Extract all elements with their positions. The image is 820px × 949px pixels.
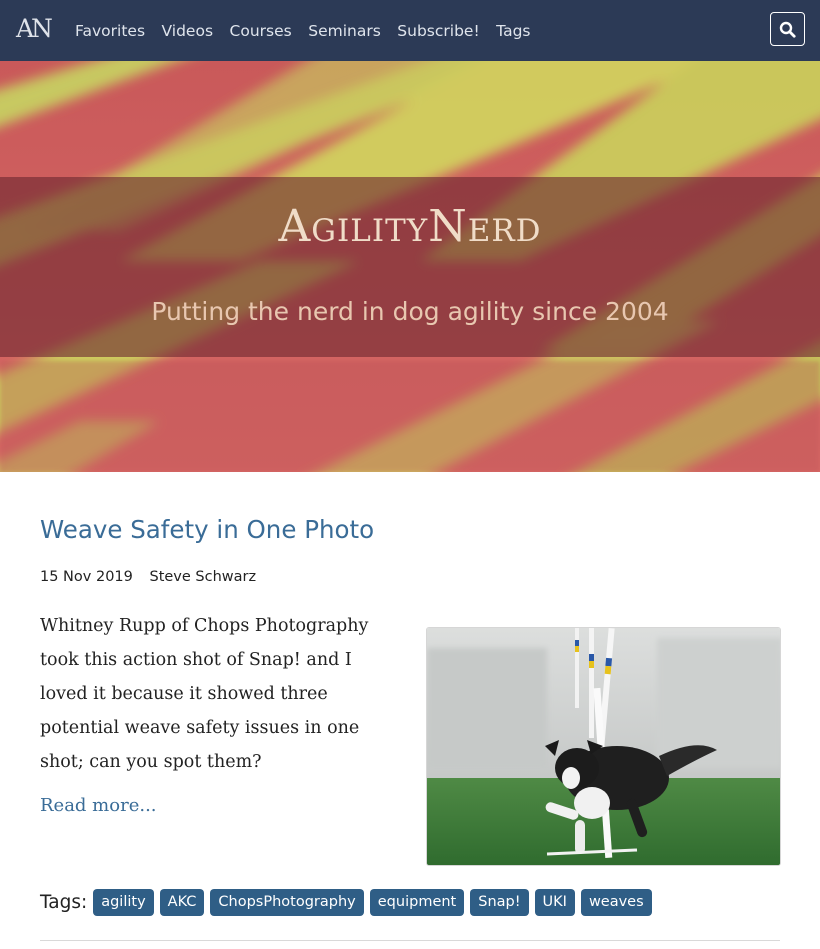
post-photo-dog-weaves[interactable] bbox=[426, 627, 781, 866]
dog-weave-photo bbox=[427, 628, 780, 865]
tag-equipment[interactable]: equipment bbox=[369, 888, 465, 916]
nav-links: Favorites Videos Courses Seminars Subscr… bbox=[75, 0, 547, 61]
nav-link-videos[interactable]: Videos bbox=[162, 22, 214, 40]
search-icon bbox=[779, 21, 796, 38]
post-excerpt: Whitney Rupp of Chops Photography took t… bbox=[40, 616, 369, 772]
post-title-link[interactable]: Weave Safety in One Photo bbox=[40, 515, 374, 544]
search-button[interactable] bbox=[770, 12, 805, 46]
site-tagline: Putting the nerd in dog agility since 20… bbox=[151, 297, 669, 326]
tags-label: Tags: bbox=[40, 891, 88, 913]
nav-link-favorites[interactable]: Favorites bbox=[75, 22, 145, 40]
site-title[interactable]: AgilityNerd bbox=[0, 201, 820, 252]
brand-logo[interactable]: AN bbox=[16, 14, 58, 44]
post-date: 15 Nov 2019 bbox=[40, 569, 133, 585]
tag-chopsphotography[interactable]: ChopsPhotography bbox=[210, 888, 364, 916]
post-author: Steve Schwarz bbox=[149, 569, 257, 585]
tag-agility[interactable]: agility bbox=[93, 888, 154, 916]
hero-banner: AgilityNerd Putting the nerd in dog agil… bbox=[0, 61, 820, 472]
nav-link-subscribe[interactable]: Subscribe! bbox=[397, 22, 479, 40]
nav-link-seminars[interactable]: Seminars bbox=[308, 22, 381, 40]
tag-akc[interactable]: AKC bbox=[159, 888, 205, 916]
nav-link-courses[interactable]: Courses bbox=[230, 22, 292, 40]
tags-row: Tags: agility AKC ChopsPhotography equip… bbox=[40, 888, 658, 916]
tag-weaves[interactable]: weaves bbox=[580, 888, 652, 916]
post-divider bbox=[40, 940, 780, 941]
top-navbar: AN Favorites Videos Courses Seminars Sub… bbox=[0, 0, 820, 61]
nav-link-tags[interactable]: Tags bbox=[496, 22, 530, 40]
read-more-link[interactable]: Read more... bbox=[40, 795, 157, 816]
tag-snap[interactable]: Snap! bbox=[470, 888, 529, 916]
post-meta: 15 Nov 2019 Steve Schwarz bbox=[40, 569, 256, 585]
tag-uki[interactable]: UKI bbox=[534, 888, 575, 916]
